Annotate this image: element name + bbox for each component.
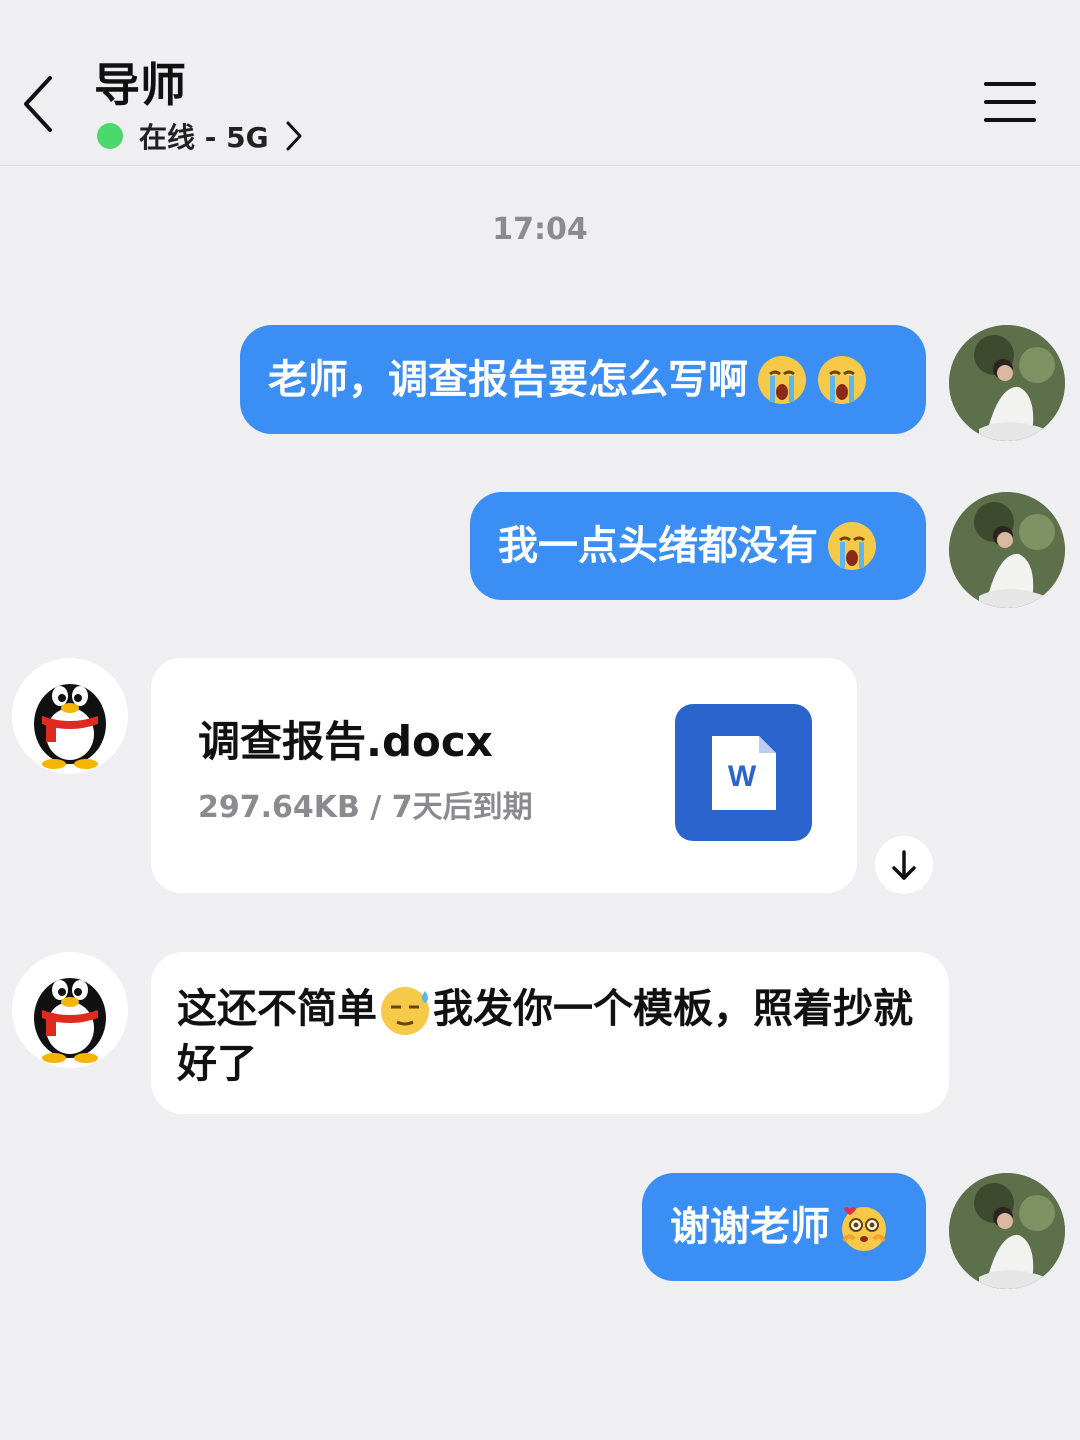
chat-screen: 导师 在线 - 5G 17:04 老师，调查报告要怎么写啊 我一点头绪都没有 调… [0, 0, 1080, 1440]
message-bubble-sent[interactable]: 谢谢老师 [642, 1173, 926, 1281]
chevron-right-icon [286, 121, 302, 151]
status-text: 在线 - 5G [139, 121, 269, 154]
message-text: 我一点头绪都没有 [498, 523, 818, 569]
word-document-icon: W [675, 704, 812, 841]
status-row[interactable]: 在线 - 5G [97, 118, 303, 154]
chat-header: 导师 在线 - 5G [0, 0, 1080, 166]
my-avatar[interactable] [949, 325, 1065, 441]
hamburger-menu-icon [984, 82, 1036, 86]
teacher-avatar[interactable] [12, 952, 128, 1068]
penguin-icon [12, 952, 128, 1068]
document-page-icon: W [712, 736, 776, 810]
back-button[interactable] [18, 72, 62, 136]
file-name: 调查报告.docx [198, 717, 493, 766]
message-text: 老师，调查报告要怎么写啊 [268, 356, 748, 403]
crying-face-icon [828, 522, 876, 570]
chevron-left-icon [24, 76, 52, 132]
message-bubble-sent[interactable]: 老师，调查报告要怎么写啊 [240, 325, 926, 434]
message-text: 谢谢老师 [670, 1204, 830, 1250]
my-avatar[interactable] [949, 492, 1065, 608]
adoring-face-icon [842, 1207, 886, 1251]
hamburger-line [984, 100, 1036, 104]
person-photo-icon [949, 492, 1065, 608]
message-text-part: 这还不简单 [177, 986, 377, 1032]
crying-face-icon [758, 355, 806, 404]
person-photo-icon [949, 325, 1065, 441]
download-button[interactable] [875, 836, 933, 894]
person-photo-icon [949, 1173, 1065, 1289]
my-avatar[interactable] [949, 1173, 1065, 1289]
message-bubble-sent[interactable]: 我一点头绪都没有 [470, 492, 926, 600]
file-meta: 297.64KB / 7天后到期 [198, 790, 533, 825]
sweat-smile-face-icon [381, 987, 429, 1035]
message-timestamp: 17:04 [492, 212, 588, 247]
word-letter: W [728, 760, 757, 793]
penguin-icon [12, 658, 128, 774]
menu-button[interactable] [984, 82, 1038, 126]
online-status-dot [97, 123, 123, 149]
message-text: 这还不简单 我发你一个模板，照着抄就好了 [177, 982, 927, 1091]
crying-face-icon [818, 355, 866, 404]
arrow-down-icon [892, 850, 916, 880]
hamburger-line [984, 118, 1036, 122]
file-message-card[interactable]: 调查报告.docx 297.64KB / 7天后到期 W [151, 658, 857, 893]
teacher-avatar[interactable] [12, 658, 128, 774]
contact-name[interactable]: 导师 [94, 56, 186, 114]
